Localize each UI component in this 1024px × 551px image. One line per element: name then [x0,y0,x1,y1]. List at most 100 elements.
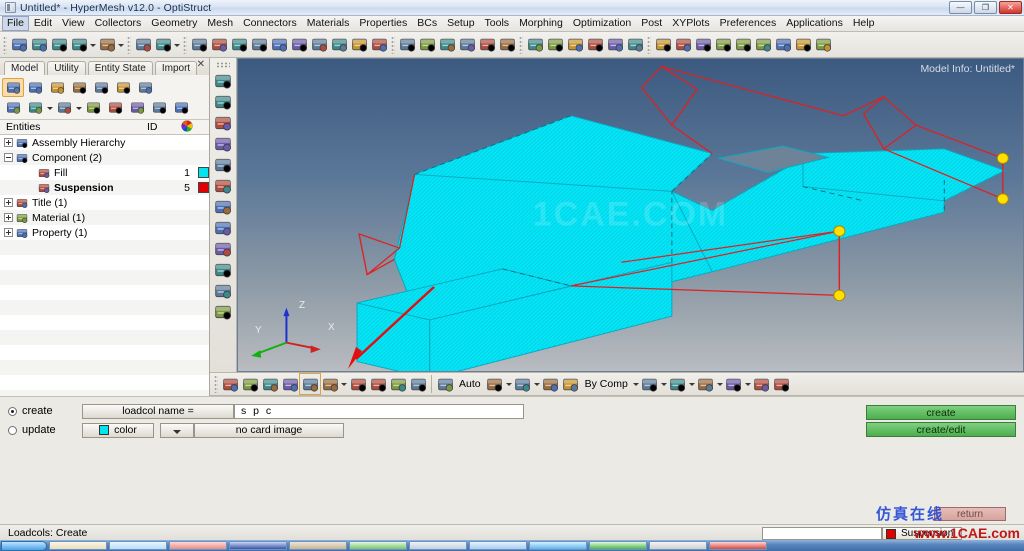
chevron-down-icon[interactable] [340,374,348,394]
taskbar-item[interactable] [169,541,227,550]
taskbar-item[interactable] [469,541,527,550]
order-change-button[interactable] [211,154,236,175]
element-normals-button[interactable] [211,175,236,196]
3d-viewport[interactable]: Model Info: Untitled* Z Y X 1CAE.COM [237,58,1024,372]
toolbar-grip[interactable] [647,35,651,54]
image-capture-button[interactable] [211,301,236,322]
menu-item-materials[interactable]: Materials [302,16,355,31]
solid-edit-button[interactable] [713,35,733,55]
menu-item-collectors[interactable]: Collectors [90,16,147,31]
renumber-button[interactable] [388,374,408,394]
arrow-right-button[interactable] [497,35,517,55]
menu-item-connectors[interactable]: Connectors [238,16,302,31]
maximize-button[interactable]: ❐ [974,1,997,14]
reverse-button[interactable] [605,35,625,55]
systcol-create-button[interactable] [320,374,340,394]
card-image-label[interactable]: no card image [194,422,344,438]
summary-button[interactable] [773,35,793,55]
display-all-button[interactable] [2,98,24,117]
browser-tab-model[interactable]: Model [4,61,46,75]
taskbar-item[interactable] [289,541,347,550]
back-arrow-button[interactable] [209,35,229,55]
quality-index-button[interactable] [733,35,753,55]
menu-item-properties[interactable]: Properties [354,16,412,31]
line-edit-button[interactable] [673,35,693,55]
isolate-button[interactable] [585,35,605,55]
component-button[interactable] [46,78,68,97]
menu-item-help[interactable]: Help [848,16,880,31]
taskbar-item[interactable] [529,541,587,550]
taskbar-item[interactable] [349,541,407,550]
chevron-down-icon[interactable] [744,374,752,394]
loadcol-name-input[interactable]: s p c [234,403,524,419]
taskbar-item[interactable] [109,541,167,550]
toolbar-grip[interactable] [519,35,523,54]
unmask-button[interactable] [565,35,585,55]
abc-annotate-button[interactable] [211,280,236,301]
assembly-create-button[interactable] [220,374,240,394]
menu-item-mesh[interactable]: Mesh [202,16,238,31]
view-iso-button[interactable] [349,35,369,55]
tree-row[interactable]: Material (1) [0,210,209,225]
chevron-down-icon[interactable] [632,374,640,394]
view-yz-button[interactable] [329,35,349,55]
start-button[interactable] [1,540,47,551]
count-button[interactable] [408,374,428,394]
toolbar-grip[interactable] [391,35,395,54]
status-input[interactable] [762,527,882,540]
browser-tab-import[interactable]: Import [154,61,198,75]
menu-item-setup[interactable]: Setup [442,16,479,31]
menu-item-optimization[interactable]: Optimization [568,16,636,31]
view-zx-button[interactable] [269,35,289,55]
menu-item-tools[interactable]: Tools [480,16,515,31]
arrow-left-button[interactable] [477,35,497,55]
node-id-button[interactable] [211,217,236,238]
menu-item-geometry[interactable]: Geometry [146,16,202,31]
abc-label-button[interactable] [211,259,236,280]
chevron-down-icon[interactable] [173,35,181,55]
fullscreen-button[interactable] [772,374,792,394]
edit-element-button[interactable] [211,70,236,91]
import-arrow-button[interactable] [69,35,89,55]
toolbar-grip[interactable] [127,35,131,54]
chevron-down-icon[interactable] [716,374,724,394]
collapse-icon[interactable] [4,153,13,162]
expand-icon[interactable] [4,228,13,237]
component-create-button[interactable] [240,374,260,394]
chevron-down-icon[interactable] [533,374,541,394]
color-mode-button[interactable] [561,374,581,394]
create-button[interactable]: create [866,405,1016,420]
browser-close-icon[interactable]: ✕ [197,59,205,70]
menu-item-morphing[interactable]: Morphing [514,16,568,31]
taskbar-item[interactable] [49,541,107,550]
shrink-button[interactable] [625,35,645,55]
chevron-down-icon[interactable] [89,35,97,55]
select-pointer-button[interactable] [82,98,104,117]
tree-row[interactable]: Component (2) [0,150,209,165]
create-edit-button[interactable]: create/edit [866,422,1016,437]
tree-row[interactable]: Assembly Hierarchy [0,135,209,150]
toolbar-grip[interactable] [214,375,218,393]
title-button[interactable] [68,78,90,97]
tree-row[interactable]: Title (1) [0,195,209,210]
detach-element-button[interactable] [211,133,236,154]
close-button[interactable]: ✕ [999,1,1022,14]
update-radio[interactable] [8,425,17,435]
assembly-button[interactable] [24,78,46,97]
color-palette-button[interactable] [153,35,173,55]
chevron-down-icon[interactable] [660,374,668,394]
expand-icon[interactable] [4,138,13,147]
lock-button[interactable] [104,98,126,117]
entity-count-button[interactable] [793,35,813,55]
display-grid-button[interactable] [525,35,545,55]
expand-icon[interactable] [4,213,13,222]
chevron-down-icon[interactable] [75,98,82,117]
replace-element-button[interactable] [211,112,236,133]
browser-tab-entity-state[interactable]: Entity State [87,61,153,75]
material-button[interactable] [90,78,112,97]
tree-row[interactable]: Suspension 5 [0,180,209,195]
tree-row[interactable]: Property (1) [0,225,209,240]
shaded-edges-button[interactable] [541,374,561,394]
minimize-button[interactable]: — [949,1,972,14]
folder-collector-button[interactable] [2,77,24,97]
